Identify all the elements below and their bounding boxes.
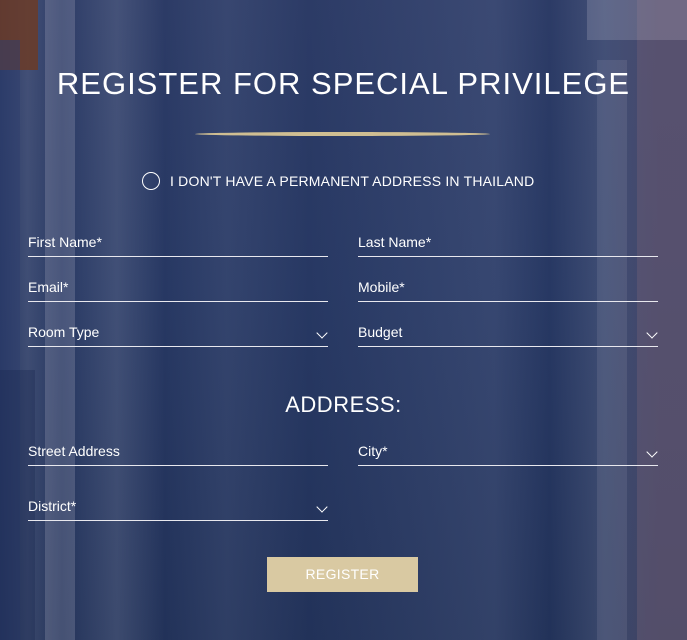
address-heading: ADDRESS:	[285, 392, 402, 417]
city-label: City*	[358, 443, 388, 459]
form-title: REGISTER FOR SPECIAL PRIVILEGE	[56, 66, 631, 101]
district-label: District*	[28, 498, 77, 514]
register-form: REGISTER FOR SPECIAL PRIVILEGE I DON'T H…	[0, 0, 687, 640]
no-address-label: I DON'T HAVE A PERMANENT ADDRESS IN THAI…	[170, 173, 535, 189]
title-divider	[195, 132, 490, 136]
budget-select[interactable]: Budget	[358, 321, 658, 347]
mobile-field[interactable]: Mobile*	[358, 276, 658, 302]
no-address-checkbox[interactable]: I DON'T HAVE A PERMANENT ADDRESS IN THAI…	[142, 172, 534, 190]
street-address-field[interactable]: Street Address	[28, 440, 328, 466]
room-type-label: Room Type	[28, 324, 100, 340]
register-button[interactable]: REGISTER	[267, 557, 418, 592]
mobile-label: Mobile*	[358, 279, 405, 295]
first-name-field[interactable]: First Name*	[28, 231, 328, 257]
radio-circle-icon[interactable]	[142, 172, 160, 190]
chevron-down-icon	[316, 501, 328, 513]
chevron-down-icon	[316, 327, 328, 339]
city-select[interactable]: City*	[358, 440, 658, 466]
district-select[interactable]: District*	[28, 495, 328, 521]
first-name-label: First Name*	[28, 234, 102, 250]
last-name-label: Last Name*	[358, 234, 432, 250]
chevron-down-icon	[646, 446, 658, 458]
email-field[interactable]: Email*	[28, 276, 328, 302]
email-label: Email*	[28, 279, 69, 295]
budget-label: Budget	[358, 324, 403, 340]
street-address-label: Street Address	[28, 443, 120, 459]
last-name-field[interactable]: Last Name*	[358, 231, 658, 257]
room-type-select[interactable]: Room Type	[28, 321, 328, 347]
chevron-down-icon	[646, 327, 658, 339]
